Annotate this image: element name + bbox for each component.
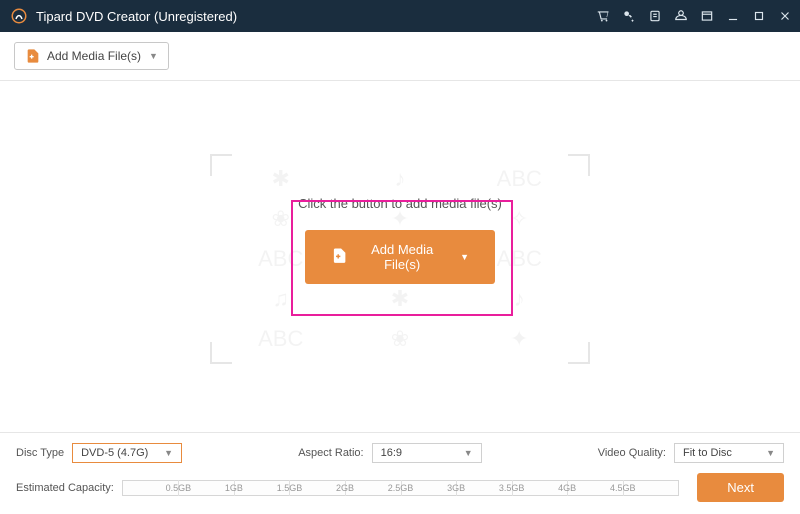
toolbar: Add Media File(s) ▼ [0, 32, 800, 81]
close-icon[interactable] [778, 9, 792, 23]
capacity-tick-label: 2GB [336, 483, 354, 493]
capacity-tick-label: 1GB [225, 483, 243, 493]
frame-corner [210, 342, 232, 364]
add-media-main-button[interactable]: Add Media File(s) ▼ [305, 230, 495, 284]
app-title: Tipard DVD Creator (Unregistered) [36, 9, 596, 24]
titlebar-actions [596, 9, 792, 23]
history-icon[interactable] [648, 9, 662, 23]
chevron-down-icon: ▼ [149, 51, 158, 61]
menu-icon[interactable] [700, 9, 714, 23]
add-file-icon [331, 247, 348, 267]
add-media-toolbar-button[interactable]: Add Media File(s) ▼ [14, 42, 169, 70]
next-button[interactable]: Next [697, 473, 784, 502]
aspect-ratio-value: 16:9 [381, 447, 402, 459]
help-icon[interactable] [674, 9, 688, 23]
frame-corner [568, 154, 590, 176]
capacity-tick-label: 3GB [447, 483, 465, 493]
app-logo-icon [10, 7, 28, 25]
video-quality-value: Fit to Disc [683, 447, 732, 459]
next-button-label: Next [727, 480, 754, 495]
capacity-tick-label: 2.5GB [388, 483, 414, 493]
capacity-tick-label: 0.5GB [166, 483, 192, 493]
maximize-icon[interactable] [752, 9, 766, 23]
frame-corner [210, 154, 232, 176]
drop-frame: ✱♪ABC❀✦ ✧ABC✱ABC♫ ✱♪ABC❀✦ Click the butt… [210, 154, 590, 364]
main-area: ✱♪ABC❀✦ ✧ABC✱ABC♫ ✱♪ABC❀✦ Click the butt… [0, 81, 800, 437]
capacity-tick-label: 4GB [558, 483, 576, 493]
capacity-tick-label: 1.5GB [277, 483, 303, 493]
capacity-label: Estimated Capacity: [16, 482, 114, 494]
minimize-icon[interactable] [726, 9, 740, 23]
video-quality-label: Video Quality: [598, 447, 666, 459]
aspect-ratio-select[interactable]: 16:9 ▼ [372, 443, 482, 463]
key-icon[interactable] [622, 9, 636, 23]
capacity-row: Estimated Capacity: 0.5GB 1GB 1.5GB 2GB 2.5G… [16, 473, 784, 502]
cart-icon[interactable] [596, 9, 610, 23]
disc-type-value: DVD-5 (4.7G) [81, 447, 148, 459]
footer-panel: Disc Type DVD-5 (4.7G) ▼ Aspect Ratio: 1… [0, 432, 800, 514]
chevron-down-icon: ▼ [460, 252, 469, 262]
titlebar: Tipard DVD Creator (Unregistered) [0, 0, 800, 32]
chevron-down-icon: ▼ [154, 448, 173, 458]
chevron-down-icon: ▼ [454, 448, 473, 458]
capacity-bar: 0.5GB 1GB 1.5GB 2GB 2.5GB 3GB 3.5GB 4GB 4.5GB [122, 480, 679, 496]
chevron-down-icon: ▼ [756, 448, 775, 458]
capacity-tick-label: 4.5GB [610, 483, 636, 493]
capacity-tick-label: 3.5GB [499, 483, 525, 493]
add-file-icon [25, 48, 41, 64]
instruction-text: Click the button to add media file(s) [210, 196, 590, 211]
settings-row: Disc Type DVD-5 (4.7G) ▼ Aspect Ratio: 1… [16, 443, 784, 463]
video-quality-select[interactable]: Fit to Disc ▼ [674, 443, 784, 463]
disc-type-select[interactable]: DVD-5 (4.7G) ▼ [72, 443, 182, 463]
aspect-ratio-label: Aspect Ratio: [298, 447, 363, 459]
add-media-toolbar-label: Add Media File(s) [47, 49, 141, 63]
add-media-main-label: Add Media File(s) [358, 242, 446, 272]
frame-corner [568, 342, 590, 364]
disc-type-label: Disc Type [16, 447, 64, 459]
